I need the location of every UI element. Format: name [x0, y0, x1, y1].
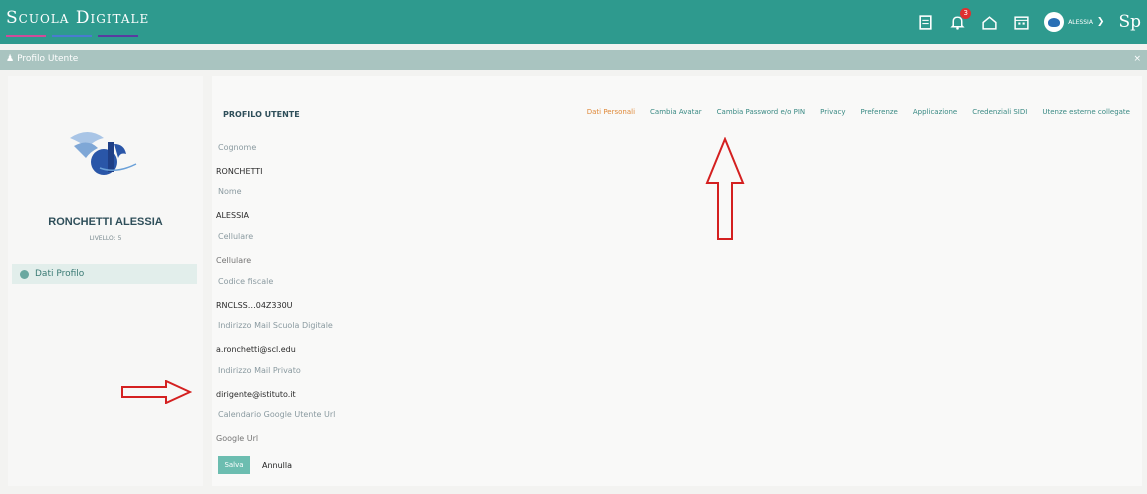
profile-tabs: Dati Personali Cambia Avatar Cambia Pass… — [587, 108, 1130, 116]
mail-privato-field[interactable] — [216, 382, 556, 401]
section-title: PROFILO UTENTE — [223, 110, 300, 119]
codice-fiscale-label: Codice fiscale — [218, 277, 274, 286]
calendar-icon[interactable] — [1012, 13, 1030, 31]
annotation-arrow-right — [121, 380, 192, 404]
codice-fiscale-field[interactable] — [216, 293, 556, 312]
user-icon: ♟ — [6, 54, 15, 64]
profile-content: PROFILO UTENTE Dati Personali Cambia Ava… — [212, 76, 1142, 486]
mail-scuola-field[interactable] — [216, 337, 556, 356]
top-icons: 3 ALESSIA ❯ Sp — [916, 0, 1147, 44]
tab-privacy[interactable]: Privacy — [820, 108, 845, 116]
sidebar-item-dati-profilo[interactable]: Dati Profilo — [12, 264, 197, 284]
panel-title: ♟ Profilo Utente — [6, 54, 78, 64]
brand-underline — [98, 35, 138, 37]
mail-scuola-label: Indirizzo Mail Scuola Digitale — [218, 321, 333, 330]
notification-badge: 3 — [960, 8, 972, 19]
panel-header: ♟ Profilo Utente × — [0, 50, 1147, 70]
annotation-arrow-up — [705, 137, 745, 240]
nome-field[interactable] — [216, 203, 556, 222]
cognome-field[interactable] — [216, 159, 556, 178]
user-menu[interactable]: ALESSIA ❯ — [1044, 12, 1104, 32]
tab-preferenze[interactable]: Preferenze — [861, 108, 898, 116]
brand-underline — [52, 35, 92, 37]
user-menu-label: ALESSIA — [1068, 18, 1093, 26]
home-icon[interactable] — [980, 13, 998, 31]
tab-applicazione[interactable]: Applicazione — [913, 108, 957, 116]
mail-privato-label: Indirizzo Mail Privato — [218, 366, 301, 375]
user-full-name: RONCHETTI ALESSIA — [48, 216, 163, 228]
user-level: LIVELLO: 5 — [89, 235, 122, 242]
profile-sidebar: RONCHETTI ALESSIA LIVELLO: 5 Dati Profil… — [8, 76, 203, 486]
google-calendar-label: Calendario Google Utente Url — [218, 410, 336, 419]
save-button[interactable]: Salva — [218, 456, 250, 474]
nome-label: Nome — [218, 187, 242, 196]
tab-cambia-password[interactable]: Cambia Password e/o PIN — [717, 108, 806, 116]
panel-title-text: Profilo Utente — [17, 54, 79, 64]
tab-credenziali-sidi[interactable]: Credenziali SIDI — [972, 108, 1027, 116]
cellulare-label: Cellulare — [218, 232, 254, 241]
app-brand[interactable]: Scuola Digitale — [6, 8, 149, 28]
chevron-down-icon: ❯ — [1096, 17, 1105, 27]
tab-cambia-avatar[interactable]: Cambia Avatar — [650, 108, 702, 116]
scl-logo — [70, 132, 137, 175]
tab-dati-personali[interactable]: Dati Personali — [587, 108, 635, 116]
document-icon[interactable] — [916, 13, 934, 31]
brand-underline — [6, 35, 46, 37]
truncated-header-text: Sp — [1118, 12, 1141, 32]
sidebar-item-label: Dati Profilo — [35, 269, 85, 279]
cognome-label: Cognome — [218, 143, 257, 152]
cellulare-field[interactable] — [216, 248, 556, 267]
avatar — [1044, 12, 1065, 32]
top-bar: Scuola Digitale 3 ALESSIA ❯ Sp — [0, 0, 1147, 44]
globe-icon — [20, 269, 29, 279]
close-icon[interactable]: × — [1133, 54, 1141, 64]
tab-utenze-esterne[interactable]: Utenze esterne collegate — [1042, 108, 1130, 116]
cancel-button[interactable]: Annulla — [262, 456, 292, 474]
bell-icon[interactable]: 3 — [948, 8, 972, 31]
google-calendar-field[interactable] — [216, 426, 556, 445]
